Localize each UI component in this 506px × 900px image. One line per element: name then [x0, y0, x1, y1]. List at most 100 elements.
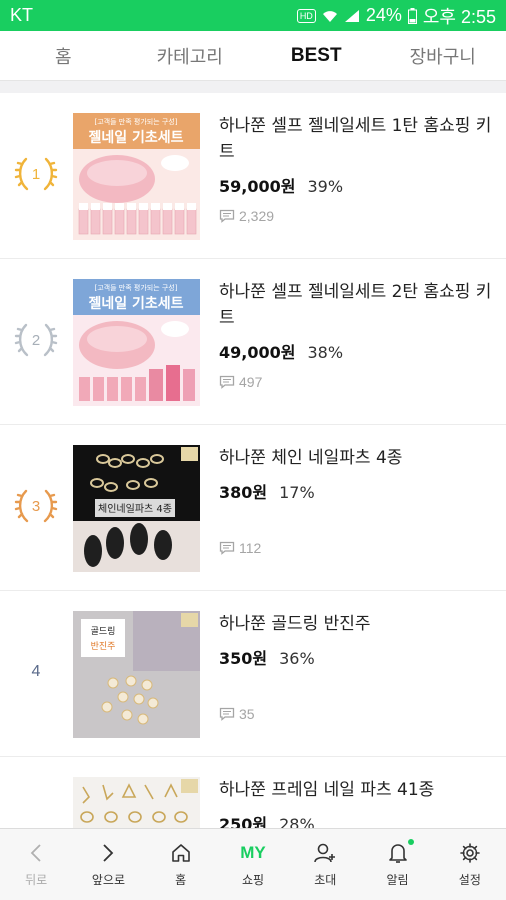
thumb-caption: 젤네일 기초세트 — [88, 296, 183, 312]
product-info: 하나쭌 셀프 젤네일세트 1탄 홈쇼핑 키트 59,000원 39% — [219, 113, 494, 197]
rank-number: 4 — [31, 663, 41, 680]
rank-badge: 5 — [13, 815, 59, 828]
bottom-nav-bar: 뒤로 앞으로 홈 MY 쇼핑 초대 알림 설정 — [0, 828, 506, 900]
list-item[interactable]: 1 [고객들 만족 평가되는 구성] 젤네일 기초세트 하나쭌 셀프 젤네일세트… — [0, 93, 506, 259]
signal-icon — [344, 9, 360, 23]
price-row: 49,000원 38% — [219, 339, 494, 363]
product-thumbnail[interactable]: [고객들 만족 평가되는 구성] 젤네일 기초세트 — [73, 113, 200, 240]
thumb-subcaption: [고객들 만족 평가되는 구성] — [95, 283, 178, 292]
thumb-subcaption: [고객들 만족 평가되는 구성] — [95, 117, 178, 126]
price-row: 350원 36% — [219, 645, 494, 669]
hd-badge: HD — [296, 8, 316, 23]
discount-rate: 39% — [307, 177, 344, 196]
nav-shopping-button[interactable]: MY 쇼핑 — [217, 829, 289, 900]
product-title[interactable]: 하나쭌 셀프 젤네일세트 2탄 홈쇼핑 키트 — [219, 279, 494, 331]
discount-rate: 17% — [279, 483, 315, 502]
nav-invite-label: 초대 — [314, 873, 337, 887]
product-info: 하나쭌 체인 네일파츠 4종 380원 17% — [219, 445, 494, 503]
add-person-icon — [313, 841, 337, 865]
review-count-value: 35 — [239, 706, 255, 722]
rank-badge-silver: 2 — [13, 317, 59, 363]
review-count-value: 112 — [239, 540, 262, 556]
rank-badge-bronze: 3 — [13, 483, 59, 529]
bell-icon — [388, 839, 414, 865]
review-count: 2,329 — [219, 208, 274, 224]
tab-best[interactable]: BEST — [253, 45, 380, 67]
best-product-list: 1 [고객들 만족 평가되는 구성] 젤네일 기초세트 하나쭌 셀프 젤네일세트… — [0, 93, 506, 828]
discount-rate: 36% — [279, 649, 315, 668]
price-row: 380원 17% — [219, 479, 494, 503]
forward-chevron-icon — [101, 841, 115, 865]
nav-home-label: 홈 — [175, 873, 187, 887]
nav-back-button[interactable]: 뒤로 — [0, 829, 72, 900]
rank-number: 3 — [31, 497, 41, 515]
product-title[interactable]: 하나쭌 골드링 반진주 — [219, 611, 494, 637]
my-icon: MY — [240, 841, 266, 865]
product-price: 380원 — [219, 483, 268, 502]
clock: 오후 2:55 — [422, 6, 496, 27]
product-title[interactable]: 하나쭌 체인 네일파츠 4종 — [219, 445, 494, 471]
gear-icon — [459, 841, 481, 865]
tab-home[interactable]: 홈 — [0, 43, 127, 69]
my-icon-text: MY — [240, 843, 266, 862]
product-price: 49,000원 — [219, 343, 296, 362]
rank-badge-gold: 1 — [13, 151, 59, 197]
status-icons: HD 24% 오후 2:55 — [296, 3, 496, 29]
nav-settings-label: 설정 — [458, 873, 481, 887]
list-item[interactable]: 5 하나쭌 프레임 네일 파츠 41종 250원 28% — [0, 757, 506, 828]
discount-rate: 28% — [279, 815, 315, 828]
review-count: 35 — [219, 706, 255, 722]
wifi-icon — [322, 9, 338, 23]
review-count: 112 — [219, 540, 261, 556]
discount-rate: 38% — [307, 343, 344, 362]
product-info: 하나쭌 골드링 반진주 350원 36% — [219, 611, 494, 669]
rank-number: 1 — [31, 165, 41, 183]
back-chevron-icon — [29, 841, 43, 865]
battery-icon — [407, 7, 417, 24]
section-divider — [0, 81, 506, 93]
nav-back-label: 뒤로 — [25, 873, 48, 887]
nav-forward-label: 앞으로 — [91, 873, 125, 887]
comment-icon — [219, 209, 235, 223]
tab-category[interactable]: 카테고리 — [127, 43, 254, 69]
product-title[interactable]: 하나쭌 프레임 네일 파츠 41종 — [219, 777, 494, 803]
nav-shopping-label: 쇼핑 — [241, 873, 265, 887]
product-price: 250원 — [219, 815, 268, 828]
thumb-subcaption: 반진주 — [91, 641, 116, 652]
nav-notification-label: 알림 — [386, 873, 409, 887]
product-info: 하나쭌 셀프 젤네일세트 2탄 홈쇼핑 키트 49,000원 38% — [219, 279, 494, 363]
rank-badge: 4 — [13, 649, 59, 695]
thumb-caption: 젤네일 기초세트 — [88, 130, 183, 146]
product-thumbnail[interactable]: 체인네일파츠 4종 — [73, 445, 200, 572]
comment-icon — [219, 541, 235, 555]
review-count: 497 — [219, 374, 262, 390]
list-item[interactable]: 4 골드링 반진주 하나쭌 골드링 반진주 350원 36% 35 — [0, 591, 506, 757]
carrier-label: KT — [10, 5, 34, 25]
rank-number: 2 — [31, 331, 41, 349]
price-row: 59,000원 39% — [219, 173, 494, 197]
product-thumbnail[interactable]: 골드링 반진주 — [73, 611, 200, 738]
product-thumbnail[interactable] — [73, 777, 200, 828]
product-thumbnail[interactable]: [고객들 만족 평가되는 구성] 젤네일 기초세트 — [73, 279, 200, 406]
comment-icon — [219, 707, 235, 721]
list-item[interactable]: 2 [고객들 만족 평가되는 구성] 젤네일 기초세트 하나쭌 셀프 젤네일세트… — [0, 259, 506, 425]
nav-home-button[interactable]: 홈 — [145, 829, 217, 900]
review-count-value: 497 — [239, 374, 263, 390]
thumb-caption: 체인네일파츠 4종 — [98, 503, 172, 515]
nav-notification-button[interactable]: 알림 — [361, 829, 433, 900]
product-price: 350원 — [219, 649, 268, 668]
comment-icon — [219, 375, 235, 389]
home-icon — [170, 841, 192, 865]
product-title[interactable]: 하나쭌 셀프 젤네일세트 1탄 홈쇼핑 키트 — [219, 113, 494, 165]
notification-dot — [407, 839, 414, 845]
nav-invite-button[interactable]: 초대 — [289, 829, 361, 900]
battery-percent: 24% — [365, 5, 402, 25]
product-info: 하나쭌 프레임 네일 파츠 41종 250원 28% — [219, 777, 494, 828]
tab-cart[interactable]: 장바구니 — [380, 43, 506, 69]
price-row: 250원 28% — [219, 811, 494, 828]
review-count-value: 2,329 — [239, 208, 275, 224]
nav-forward-button[interactable]: 앞으로 — [72, 829, 144, 900]
list-item[interactable]: 3 체인네일파츠 4종 하나쭌 체인 네일파츠 4종 380원 17% 112 — [0, 425, 506, 591]
nav-settings-button[interactable]: 설정 — [434, 829, 506, 900]
product-price: 59,000원 — [219, 177, 296, 196]
